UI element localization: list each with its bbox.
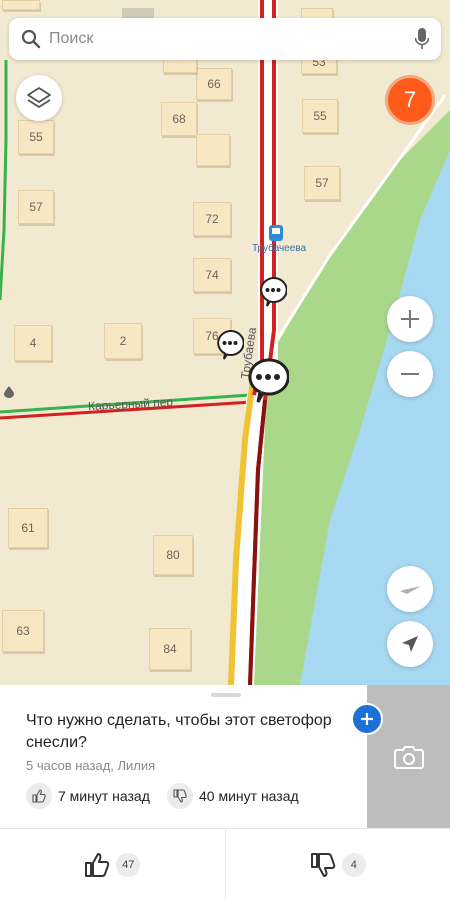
house-number: 80 (166, 548, 180, 562)
building: 80 (153, 535, 193, 575)
traffic-level-value: 7 (403, 87, 417, 112)
like-button[interactable]: 47 (0, 829, 225, 900)
road-event-chat-icon[interactable] (216, 330, 244, 360)
house-number: 2 (119, 334, 127, 348)
building: 61 (8, 508, 48, 548)
like-activity: 7 минут назад (26, 783, 150, 809)
building (196, 134, 230, 166)
house-number: 84 (163, 642, 177, 656)
minus-icon (401, 373, 419, 375)
dislike-time: 40 минут назад (199, 788, 299, 804)
layers-icon (27, 87, 51, 108)
building: 4 (14, 325, 52, 361)
search-icon (21, 29, 41, 49)
house-number: 55 (29, 130, 43, 144)
search-bar[interactable]: Поиск (9, 18, 441, 60)
map[interactable]: 55 57 4 2 76 74 72 68 66 53 55 57 61 80 … (0, 0, 450, 685)
house-number: 55 (313, 109, 327, 123)
building (2, 0, 40, 10)
drag-handle[interactable] (211, 693, 241, 697)
dislike-activity: 40 минут назад (167, 783, 299, 809)
building: 68 (161, 102, 197, 136)
house-number: 68 (172, 112, 186, 126)
compass-button[interactable] (387, 566, 433, 612)
building: 72 (193, 202, 231, 236)
house-number: 63 (16, 624, 30, 638)
zoom-in-button[interactable] (387, 296, 433, 342)
microphone-icon[interactable] (415, 28, 429, 50)
event-card[interactable]: Что нужно сделать, чтобы этот светофор с… (0, 685, 450, 900)
thumb-up-small-icon (26, 783, 52, 809)
my-location-button[interactable] (387, 621, 433, 667)
navigation-arrow-icon (402, 636, 418, 652)
search-input[interactable]: Поиск (49, 30, 415, 48)
house-number: 4 (29, 336, 37, 350)
house-number: 57 (315, 176, 329, 190)
house-number: 61 (21, 521, 35, 535)
thumb-up-icon (85, 852, 110, 877)
event-question: Что нужно сделать, чтобы этот светофор с… (26, 712, 332, 751)
dislike-count: 4 (341, 852, 366, 877)
house-number: 74 (205, 268, 219, 282)
compass-icon (400, 586, 421, 594)
stop-label: Трубачеева (252, 243, 307, 254)
dislike-button[interactable]: 4 (224, 829, 450, 900)
house-number: 66 (207, 77, 221, 91)
thumb-down-small-icon (167, 783, 193, 809)
building: 66 (196, 68, 232, 100)
building: 84 (149, 628, 191, 670)
zoom-out-button[interactable] (387, 351, 433, 397)
like-time: 7 минут назад (58, 788, 150, 804)
building: 55 (18, 120, 54, 154)
traffic-level-button[interactable]: 7 (385, 75, 435, 125)
add-photo-button[interactable] (367, 685, 450, 828)
building: 57 (18, 190, 54, 224)
camera-icon (393, 745, 424, 769)
building: 57 (304, 166, 340, 200)
building: 63 (2, 610, 44, 652)
house-number: 57 (29, 200, 43, 214)
road-event-chat-icon[interactable] (259, 277, 287, 307)
event-meta: 5 часов назад, Лилия (26, 758, 156, 773)
building: 74 (193, 258, 231, 292)
like-count: 47 (116, 852, 141, 877)
plus-icon (361, 713, 373, 725)
water-drop-icon (4, 386, 14, 398)
house-number: 72 (205, 212, 219, 226)
layers-button[interactable] (16, 75, 62, 121)
selected-road-event-icon[interactable] (247, 358, 289, 404)
add-comment-button[interactable] (351, 703, 383, 735)
thumb-down-icon (310, 852, 336, 877)
plus-icon (401, 310, 419, 328)
building: 55 (302, 99, 338, 133)
vote-bar: 47 4 (0, 828, 450, 900)
building: 2 (104, 323, 142, 359)
